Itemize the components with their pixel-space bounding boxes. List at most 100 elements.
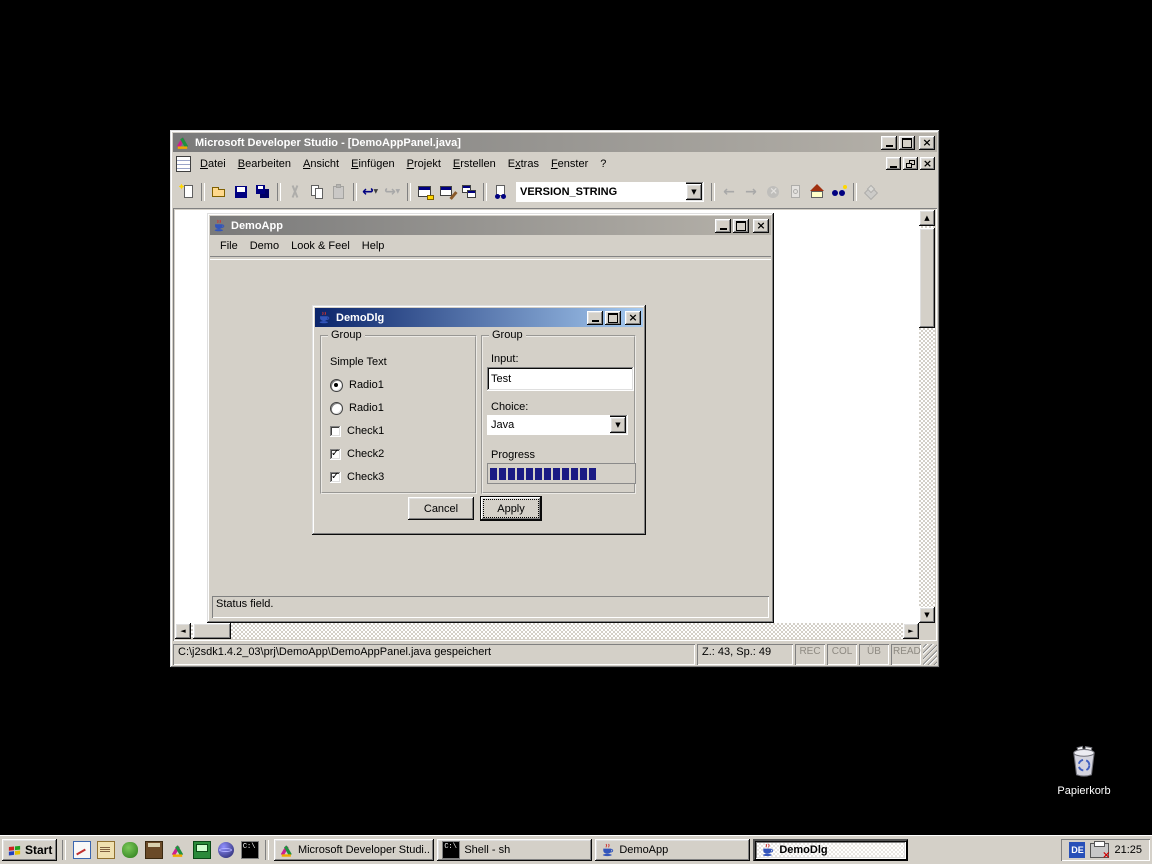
close-button[interactable]: × <box>753 219 769 233</box>
input-label: Input: <box>491 353 519 365</box>
stop-button[interactable] <box>762 181 784 203</box>
workspace-button[interactable] <box>414 181 436 203</box>
msdev-launcher[interactable] <box>167 840 188 861</box>
menu-extras[interactable]: Extras <box>502 155 545 173</box>
minimize-button[interactable] <box>881 136 897 150</box>
progress-segment <box>553 468 560 480</box>
open-button[interactable] <box>208 181 230 203</box>
cancel-button[interactable]: Cancel <box>408 497 474 520</box>
show-desktop-launcher[interactable] <box>71 840 92 861</box>
find-combobox[interactable]: VERSION_STRING▼ <box>516 182 704 202</box>
checkbox[interactable] <box>330 472 341 483</box>
vertical-scrollbar[interactable]: ▲ ▼ <box>919 210 935 623</box>
demodlg-titlebar[interactable]: DemoDlg × <box>315 308 643 327</box>
search-button[interactable] <box>828 181 850 203</box>
combo-dropdown-button[interactable]: ▼ <box>686 184 702 200</box>
radio-button[interactable] <box>330 402 343 415</box>
mdi-restore-button[interactable] <box>903 157 918 170</box>
scroll-right-button[interactable]: ► <box>903 623 919 639</box>
show-desktop-icon <box>73 841 91 859</box>
component-gallery-icon <box>863 184 880 200</box>
menu-ansicht[interactable]: Ansicht <box>297 155 345 173</box>
scroll-down-button[interactable]: ▼ <box>919 607 935 623</box>
cut-button[interactable] <box>284 181 306 203</box>
notes-launcher[interactable] <box>95 840 116 861</box>
combo-dropdown-button[interactable]: ▼ <box>610 417 626 433</box>
browser-launcher[interactable] <box>215 840 236 861</box>
redo-button[interactable]: ↪▼ <box>382 181 404 203</box>
menu-item[interactable]: ? <box>594 155 612 173</box>
checkbox[interactable] <box>330 449 341 460</box>
task-label: DemoDlg <box>779 844 827 856</box>
document-icon[interactable] <box>176 156 191 172</box>
back-button[interactable]: ← <box>718 181 740 203</box>
mdi-minimize-button[interactable] <box>886 157 901 170</box>
mdi-close-button[interactable]: × <box>920 157 935 170</box>
scroll-up-button[interactable]: ▲ <box>919 210 935 226</box>
printer-status-icon[interactable] <box>1090 843 1109 858</box>
demoapp-titlebar[interactable]: DemoApp × <box>210 216 771 235</box>
resize-grip[interactable] <box>923 644 937 665</box>
checkbox-label: Check1 <box>347 425 384 437</box>
horizontal-scrollbar[interactable]: ◄ ► <box>175 623 919 639</box>
minimize-button[interactable] <box>715 219 731 233</box>
task-button-demodlg[interactable]: DemoDlg <box>753 839 908 861</box>
close-button[interactable]: × <box>625 311 641 325</box>
menu-help[interactable]: Help <box>356 237 391 255</box>
menu-fenster[interactable]: Fenster <box>545 155 594 173</box>
start-button[interactable]: Start <box>2 839 57 861</box>
vertical-scroll-thumb[interactable] <box>919 228 935 328</box>
new-file-button[interactable] <box>176 181 198 203</box>
windows-button[interactable] <box>458 181 480 203</box>
minimize-button[interactable] <box>587 311 603 325</box>
apply-button[interactable]: Apply <box>481 497 541 520</box>
book-launcher[interactable] <box>143 840 164 861</box>
save-button[interactable] <box>230 181 252 203</box>
green-app-launcher[interactable] <box>119 840 140 861</box>
progress-segment <box>526 468 533 480</box>
home-button[interactable] <box>806 181 828 203</box>
menu-bearbeiten[interactable]: Bearbeiten <box>232 155 297 173</box>
scroll-left-button[interactable]: ◄ <box>175 623 191 639</box>
copy-button[interactable] <box>306 181 328 203</box>
input-field[interactable] <box>487 367 634 391</box>
undo-button[interactable]: ↩▼ <box>360 181 382 203</box>
find-in-files-button[interactable] <box>490 181 512 203</box>
task-button-demoapp[interactable]: DemoApp <box>595 839 750 861</box>
msdev-titlebar[interactable]: Microsoft Developer Studio - [DemoAppPan… <box>173 133 937 152</box>
terminal-launcher[interactable] <box>191 840 212 861</box>
progress-segment <box>517 468 524 480</box>
choice-combobox[interactable]: Java ▼ <box>487 415 628 435</box>
save-all-button[interactable] <box>252 181 274 203</box>
forward-button[interactable]: → <box>740 181 762 203</box>
green-app-icon <box>122 842 138 858</box>
recycle-bin-label: Papierkorb <box>1056 785 1112 797</box>
console-icon <box>442 841 460 859</box>
keyboard-layout-indicator[interactable]: DE <box>1069 842 1085 858</box>
task-button-shell-sh[interactable]: Shell - sh <box>437 839 592 861</box>
radio-button[interactable] <box>330 379 343 392</box>
recycle-bin[interactable]: Papierkorb <box>1056 744 1112 797</box>
menu-erstellen[interactable]: Erstellen <box>447 155 502 173</box>
menu-einf-gen[interactable]: Einfügen <box>345 155 400 173</box>
menu-look-feel[interactable]: Look & Feel <box>285 237 356 255</box>
maximize-button[interactable] <box>733 219 749 233</box>
indicator-read: READ <box>891 644 921 665</box>
maximize-button[interactable] <box>899 136 915 150</box>
close-button[interactable]: × <box>919 136 935 150</box>
menu-file[interactable]: File <box>214 237 244 255</box>
menu-demo[interactable]: Demo <box>244 237 285 255</box>
refresh-button[interactable] <box>784 181 806 203</box>
console-launcher[interactable] <box>239 840 260 861</box>
component-gallery-button[interactable] <box>860 181 882 203</box>
terminal-icon <box>193 841 211 859</box>
checkbox[interactable] <box>330 426 341 437</box>
horizontal-scroll-thumb[interactable] <box>193 623 231 639</box>
build-button[interactable] <box>436 181 458 203</box>
menu-projekt[interactable]: Projekt <box>401 155 447 173</box>
menu-datei[interactable]: Datei <box>194 155 232 173</box>
paste-button[interactable] <box>328 181 350 203</box>
task-button-microsoft-developer-studi[interactable]: Microsoft Developer Studi... <box>274 839 434 861</box>
maximize-button[interactable] <box>605 311 621 325</box>
java-icon <box>600 843 615 858</box>
